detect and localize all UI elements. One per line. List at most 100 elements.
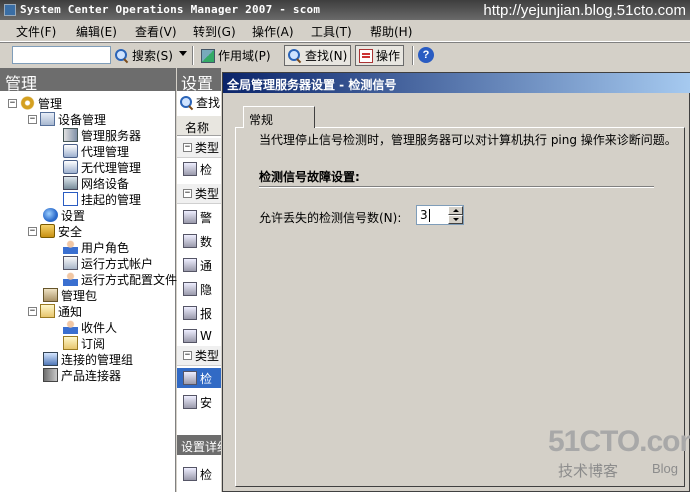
- tree-label: 通知: [58, 304, 83, 319]
- tree-item-connected-groups[interactable]: 连接的管理组: [43, 351, 133, 367]
- notification-icon: [183, 258, 197, 272]
- increment-arrow-icon[interactable]: [448, 206, 463, 215]
- results-find-button[interactable]: 查找: [180, 94, 220, 111]
- tree-item-agent-managed[interactable]: 代理管理: [63, 143, 129, 159]
- tree-label: 运行方式配置文件: [81, 272, 178, 287]
- tab-general[interactable]: 常规: [243, 106, 315, 128]
- actions-pane-button[interactable]: 操作: [355, 45, 405, 66]
- tree-item-management-packs[interactable]: 管理包: [43, 287, 97, 303]
- tree-item-device-management[interactable]: − 设备管理: [28, 111, 106, 127]
- collapse-icon[interactable]: −: [28, 114, 37, 124]
- tree-label: 挂起的管理: [81, 192, 142, 207]
- collapse-icon[interactable]: −: [8, 98, 17, 108]
- subscription-icon: [63, 336, 78, 350]
- menu-edit[interactable]: 编辑(E): [76, 23, 117, 40]
- collapse-icon[interactable]: −: [183, 351, 192, 360]
- settings-icon: [43, 208, 58, 222]
- menu-help[interactable]: 帮助(H): [370, 23, 412, 40]
- search-button[interactable]: 搜索(S): [112, 45, 176, 66]
- tree-label: 管理服务器: [81, 128, 142, 143]
- tree-label: 用户角色: [81, 240, 130, 255]
- search-dropdown-arrow-icon[interactable]: [179, 51, 187, 56]
- tree-item-subscriptions[interactable]: 订阅: [63, 335, 105, 351]
- heartbeat-icon: [183, 467, 197, 481]
- menu-file[interactable]: 文件(F): [16, 23, 56, 40]
- app-icon: [4, 4, 16, 16]
- agent-icon: [63, 144, 78, 158]
- list-item-label: 安: [200, 395, 213, 410]
- tree-item-settings[interactable]: 设置: [43, 206, 86, 224]
- missed-heartbeats-label: 允许丢失的检测信号数(N):: [259, 211, 402, 225]
- menu-actions[interactable]: 操作(A): [252, 23, 294, 40]
- collapse-icon[interactable]: −: [183, 143, 192, 152]
- list-item[interactable]: 隐: [177, 279, 221, 299]
- list-item-label: 类型: [195, 141, 220, 155]
- brand-logo: 51CTO.com: [548, 425, 690, 458]
- menu-goto[interactable]: 转到(G): [193, 23, 236, 40]
- pending-icon: [63, 192, 78, 206]
- menu-bar: 文件(F) 编辑(E) 查看(V) 转到(G) 操作(A) 工具(T) 帮助(H…: [0, 20, 690, 42]
- tree-item-management-servers[interactable]: 管理服务器: [63, 127, 141, 143]
- tree-item-run-as-profiles[interactable]: 运行方式配置文件: [63, 271, 177, 287]
- scope-button-label: 作用域(P): [218, 49, 271, 63]
- help-icon[interactable]: ?: [418, 47, 434, 63]
- results-pane: 设置 查找 名称 − 类型 检 − 类型 警 数 通 隐 报 W − 类型 检 …: [177, 68, 221, 492]
- tree-item-network-devices[interactable]: 网络设备: [63, 175, 129, 191]
- window-title: System Center Operations Manager 2007 - …: [20, 3, 321, 16]
- find-button[interactable]: 查找(N): [284, 45, 352, 66]
- server-icon: [63, 128, 78, 142]
- find-icon: [180, 95, 194, 110]
- collapse-icon[interactable]: −: [28, 306, 37, 316]
- list-item-label: 检: [200, 371, 213, 386]
- gear-icon: [20, 96, 35, 110]
- search-input[interactable]: [12, 46, 111, 64]
- scope-button[interactable]: 作用域(P): [198, 45, 274, 66]
- brand-subtitle: 技术博客: [558, 462, 619, 480]
- list-item[interactable]: 检: [177, 159, 221, 179]
- collapse-icon[interactable]: −: [28, 226, 37, 236]
- tree-item-recipients[interactable]: 收件人: [63, 319, 117, 335]
- tree-label: 连接的管理组: [61, 352, 134, 367]
- list-item-label: W: [200, 329, 212, 343]
- details-item[interactable]: 检: [177, 464, 221, 484]
- list-group-header[interactable]: − 类型: [177, 346, 221, 366]
- list-item-label: 数: [200, 234, 213, 249]
- list-item[interactable]: 安: [177, 392, 221, 412]
- stepper-value[interactable]: 3: [420, 208, 428, 222]
- tree-item-administration[interactable]: − 管理: [8, 95, 62, 111]
- list-item[interactable]: W: [177, 326, 221, 346]
- profile-icon: [63, 272, 78, 286]
- tree-item-product-connectors[interactable]: 产品连接器: [43, 367, 121, 383]
- collapse-icon[interactable]: −: [183, 189, 192, 198]
- privacy-icon: [183, 282, 197, 296]
- decrement-arrow-icon[interactable]: [448, 215, 463, 224]
- list-item[interactable]: 通: [177, 255, 221, 275]
- tree-item-security[interactable]: − 安全: [28, 223, 82, 239]
- list-item[interactable]: 数: [177, 231, 221, 251]
- list-group-header[interactable]: − 类型: [177, 184, 221, 204]
- tree-item-run-as-accounts[interactable]: 运行方式帐户: [63, 255, 153, 271]
- missed-heartbeats-stepper[interactable]: 3: [416, 205, 464, 225]
- menu-tools[interactable]: 工具(T): [311, 23, 352, 40]
- list-item[interactable]: 警: [177, 207, 221, 227]
- lock-icon: [40, 224, 55, 238]
- list-item-label: 隐: [200, 282, 213, 297]
- menu-view[interactable]: 查看(V): [135, 23, 177, 40]
- lock-icon: [183, 395, 197, 409]
- globe-icon: [183, 329, 197, 343]
- column-header-name[interactable]: 名称: [177, 116, 221, 136]
- tree-item-user-roles[interactable]: 用户角色: [63, 239, 129, 255]
- list-group-header[interactable]: − 类型: [177, 138, 221, 158]
- find-icon: [288, 48, 302, 63]
- tree-item-pending-management[interactable]: 挂起的管理: [63, 191, 141, 207]
- list-item[interactable]: 报: [177, 303, 221, 323]
- connector-icon: [43, 368, 58, 382]
- search-button-label: 搜索(S): [132, 49, 173, 63]
- search-icon: [115, 48, 129, 63]
- list-item-label: 检: [200, 162, 213, 177]
- tree-item-agentless-managed[interactable]: 无代理管理: [63, 159, 141, 175]
- results-find-label: 查找: [196, 96, 221, 110]
- list-item-selected[interactable]: 检: [177, 368, 221, 388]
- device-icon: [40, 112, 55, 126]
- tree-item-notifications[interactable]: − 通知: [28, 303, 82, 319]
